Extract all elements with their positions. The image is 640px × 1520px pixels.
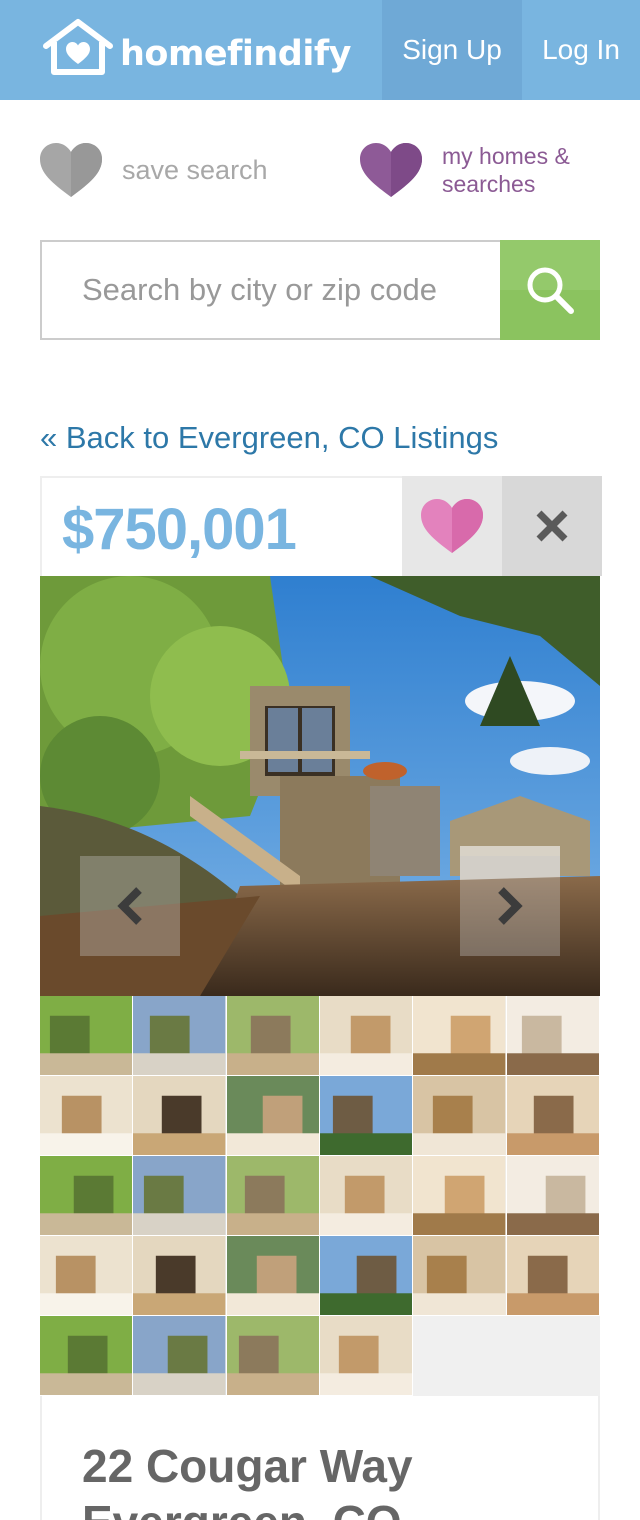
chevron-left-icon [117,887,142,925]
photo-thumbnail[interactable] [319,1316,414,1396]
photo-thumbnail-image [319,1236,413,1315]
photo-thumbnail[interactable] [506,1236,600,1316]
photo-thumbnail-image [226,1236,319,1315]
photo-thumbnail-image [413,996,506,1075]
photo-thumbnail[interactable] [226,996,320,1076]
heart-gray-icon [40,143,102,197]
photo-thumbnail-image [40,1156,133,1235]
photo-thumbnail-image [319,1316,413,1395]
top-header: homefindify Sign Up Log In [0,0,640,100]
favorite-button[interactable] [402,476,502,576]
photo-thumbnail-image [133,1236,226,1315]
listing-price: $750,001 [62,497,297,562]
photo-thumbnail[interactable] [226,1236,320,1316]
listing-address: 22 Cougar Way Evergreen, CO [82,1438,562,1520]
photo-thumbnail-image [133,996,226,1075]
photo-thumbnail-image [40,1316,133,1395]
photo-thumbnail-image [413,1156,506,1235]
photo-thumbnail-image [319,1156,413,1235]
my-homes-searches-link[interactable]: my homes & searches [360,142,622,198]
house-heart-logo-icon [43,19,113,75]
photo-thumbnail[interactable] [319,1236,414,1316]
photo-thumbnail-image [319,1076,413,1155]
photo-thumbnail[interactable] [506,1076,600,1156]
close-listing-button[interactable] [502,476,602,576]
photo-thumbnail[interactable] [413,996,507,1076]
photo-thumbnail[interactable] [40,996,134,1076]
search-button[interactable] [500,240,600,340]
photo-thumbnail-image [506,1076,599,1155]
photo-thumbnail[interactable] [413,1156,507,1236]
search-field [40,240,500,340]
main-listing-photo[interactable] [40,576,600,996]
photo-thumbnail-image [40,1236,133,1315]
photo-thumbnail-image [226,1076,319,1155]
sign-up-button[interactable]: Sign Up [382,0,522,100]
photo-thumbnail-image [226,1316,319,1395]
photo-thumbnail[interactable] [226,1316,320,1396]
listing-address-card: 22 Cougar Way Evergreen, CO [40,1396,600,1520]
photo-thumbnail-image [413,1236,506,1315]
photo-thumbnail[interactable] [133,1316,227,1396]
close-icon [536,510,568,542]
address-line-2: Evergreen, CO [82,1496,402,1520]
photo-thumbnail[interactable] [40,1236,134,1316]
photo-thumbnail[interactable] [413,1076,507,1156]
photo-thumbnail[interactable] [413,1236,507,1316]
search-input[interactable] [82,272,500,308]
photo-thumbnail[interactable] [226,1156,320,1236]
search-icon [527,267,574,314]
heart-pink-icon [421,499,483,553]
photo-thumbnail-image [133,1156,226,1235]
photo-thumbnail[interactable] [133,1076,227,1156]
photo-thumbnail-image [319,996,413,1075]
photo-thumbnail[interactable] [133,1236,227,1316]
photo-thumbnail-image [40,1076,133,1155]
photo-thumbnail-image [506,1156,599,1235]
photo-thumbnail-image [133,1316,226,1395]
photo-thumbnail-grid [40,996,600,1396]
back-to-listings-link[interactable]: « Back to Evergreen, CO Listings [40,420,498,456]
photo-thumbnail[interactable] [40,1156,134,1236]
photo-thumbnail-image [133,1076,226,1155]
photo-thumbnail-image [506,996,599,1075]
photo-thumbnail-image [413,1076,506,1155]
homefindify-logo[interactable]: homefindify [40,18,351,76]
photo-thumbnail[interactable] [319,996,414,1076]
photo-thumbnail-image [226,1156,319,1235]
photo-thumbnail[interactable] [226,1076,320,1156]
my-homes-label: my homes & searches [442,143,570,197]
previous-photo-button[interactable] [80,856,180,956]
photo-thumbnail-image [226,996,319,1075]
next-photo-button[interactable] [460,856,560,956]
chevron-right-icon [498,887,523,925]
photo-thumbnail-image [40,996,133,1075]
photo-thumbnail-image [506,1236,599,1315]
listing-price-bar: $750,001 [40,476,602,576]
photo-thumbnail[interactable] [40,1076,134,1156]
heart-purple-icon [360,143,422,197]
save-search-button[interactable]: save search [40,143,268,197]
brand-name: homefindify [120,34,351,74]
photo-thumbnail[interactable] [506,1156,600,1236]
photo-thumbnail[interactable] [40,1316,134,1396]
photo-thumbnail[interactable] [133,996,227,1076]
save-search-label: save search [122,154,268,185]
photo-thumbnail[interactable] [133,1156,227,1236]
address-line-1: 22 Cougar Way [82,1440,413,1492]
photo-thumbnail[interactable] [506,996,600,1076]
photo-thumbnail[interactable] [319,1076,414,1156]
photo-thumbnail[interactable] [319,1156,414,1236]
log-in-button[interactable]: Log In [522,0,640,100]
